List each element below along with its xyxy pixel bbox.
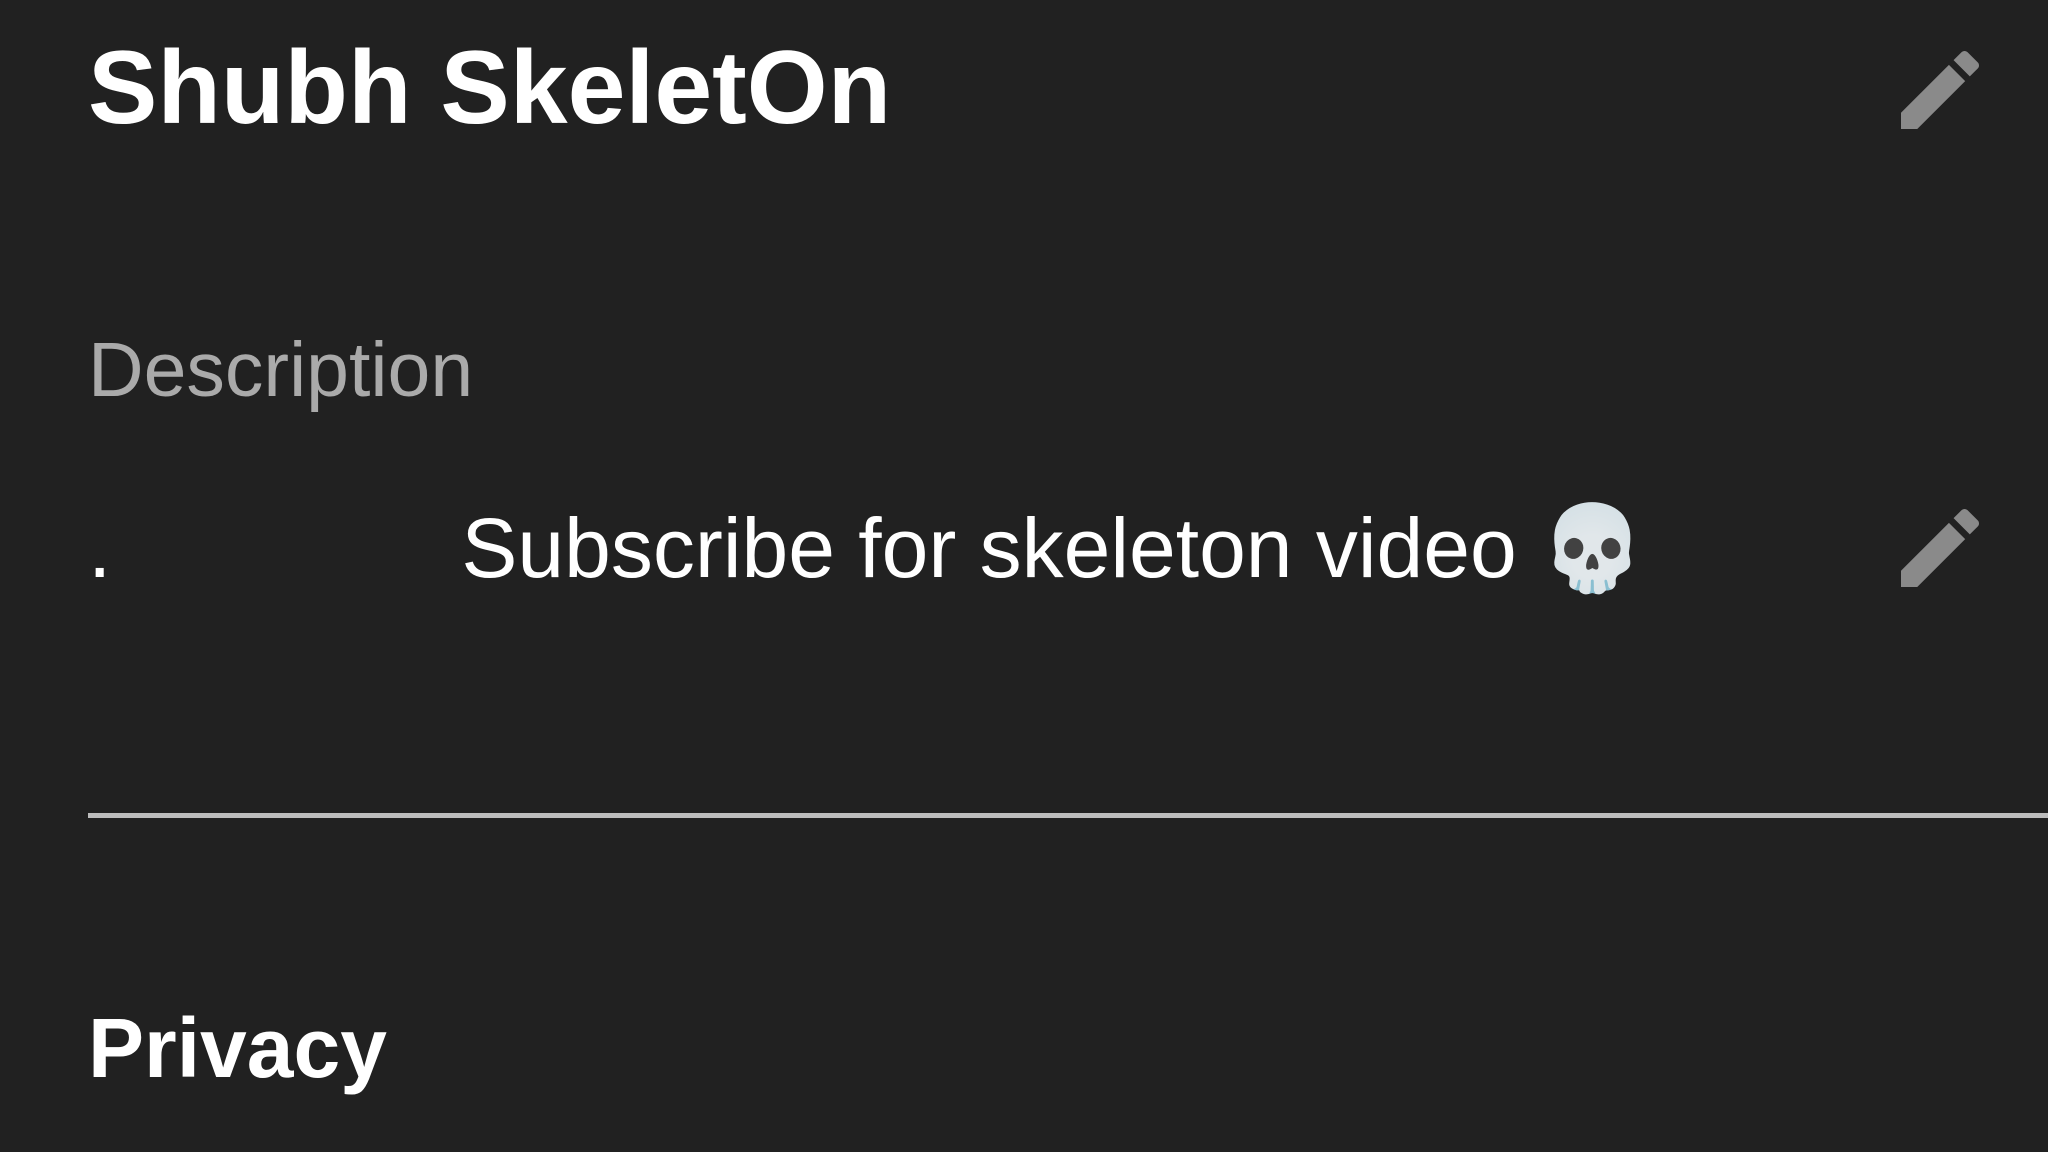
privacy-heading: Privacy [88,1001,387,1095]
pencil-icon [1901,50,1980,129]
description-value[interactable]: . Subscribe for skeleton video 💀 [88,498,1645,598]
edit-description-button[interactable] [1880,488,2000,608]
section-divider [88,813,2048,818]
channel-name: Shubh SkeletOn [88,30,892,146]
channel-edit-page: Shubh SkeletOn Description . Subscribe f… [0,0,2048,1152]
description-label: Description [88,327,474,413]
edit-name-button[interactable] [1880,30,2000,150]
pencil-icon [1901,508,1980,587]
